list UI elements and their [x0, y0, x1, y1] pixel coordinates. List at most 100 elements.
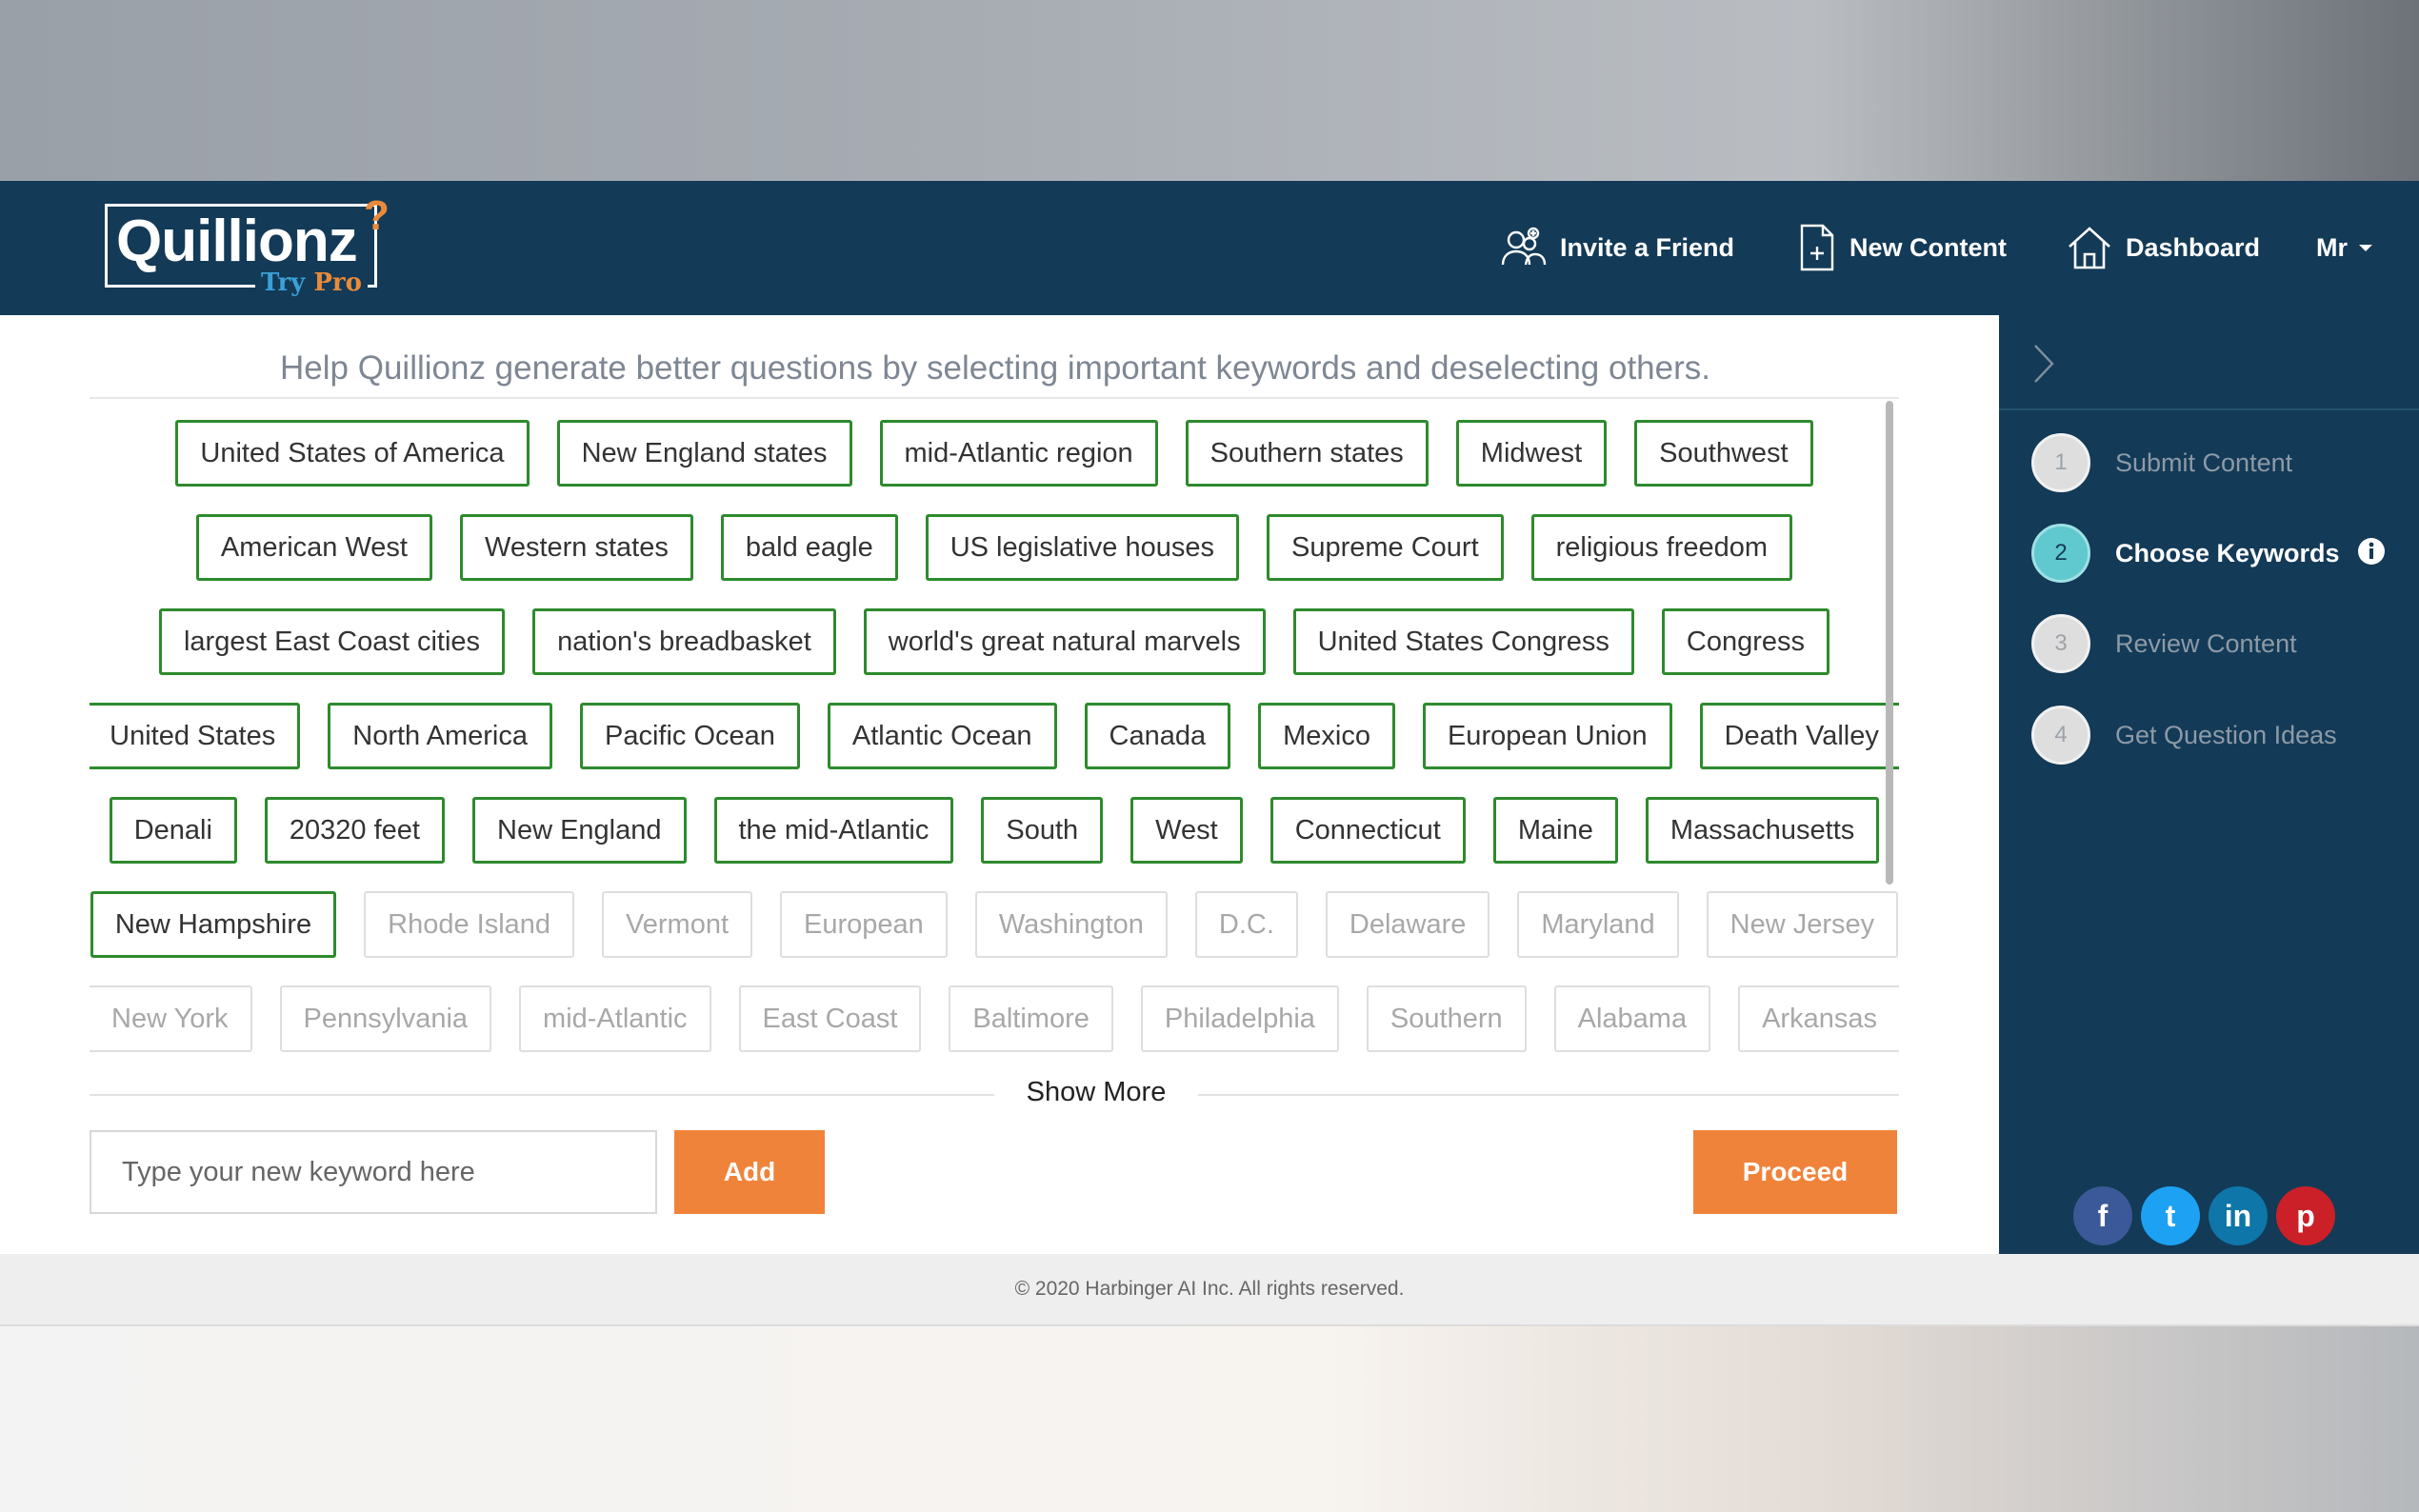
- new-document-icon: [1800, 224, 1834, 271]
- keyword-chip[interactable]: the mid-Atlantic: [713, 797, 954, 864]
- pinterest-icon[interactable]: p: [2276, 1186, 2335, 1245]
- keyword-chip[interactable]: Maryland: [1517, 891, 1679, 958]
- info-icon[interactable]: [2357, 537, 2386, 570]
- proceed-button[interactable]: Proceed: [1693, 1130, 1897, 1214]
- keyword-chip[interactable]: Rhode Island: [364, 891, 575, 958]
- keyword-chip[interactable]: European: [780, 891, 948, 958]
- keyword-chip[interactable]: religious freedom: [1530, 514, 1793, 581]
- keyword-chip[interactable]: Mexico: [1258, 703, 1395, 769]
- copyright-text: © 2020 Harbinger AI Inc. All rights rese…: [1014, 1278, 1405, 1300]
- logo-try-text: Try: [261, 269, 306, 297]
- keyword-chip[interactable]: South: [981, 797, 1104, 864]
- keyword-chip[interactable]: Pacific Ocean: [579, 703, 800, 769]
- keyword-chip[interactable]: Washington: [974, 891, 1168, 958]
- user-menu[interactable]: Mr: [2316, 219, 2372, 276]
- keyword-list[interactable]: United States of America New England stat…: [90, 401, 1899, 1129]
- keyword-chip[interactable]: New England states: [556, 420, 852, 487]
- quillionz-logo[interactable]: Quillionz ? Try Pro: [105, 192, 390, 297]
- keyword-chip[interactable]: largest East Coast cities: [158, 608, 506, 675]
- keyword-chip[interactable]: Pennsylvania: [279, 985, 492, 1052]
- step-label: Review Content: [2115, 628, 2297, 658]
- keyword-chip[interactable]: world's great natural marvels: [863, 608, 1266, 675]
- keyword-chip[interactable]: New England: [472, 797, 687, 864]
- keyword-chip[interactable]: Alabama: [1553, 985, 1711, 1052]
- keyword-chip[interactable]: Western states: [459, 514, 693, 581]
- divider: [90, 397, 1899, 399]
- keyword-chip[interactable]: US legislative houses: [925, 514, 1239, 581]
- new-keyword-input[interactable]: [90, 1130, 657, 1214]
- keyword-chip[interactable]: Maine: [1492, 797, 1618, 864]
- step-label: Submit Content: [2115, 448, 2293, 477]
- keyword-chip[interactable]: United States Congress: [1292, 608, 1634, 675]
- logo-try-pro: Try Pro: [255, 269, 368, 297]
- keyword-chip[interactable]: Baltimore: [949, 985, 1113, 1052]
- keyword-chip[interactable]: Southern: [1366, 985, 1527, 1052]
- keyword-chip[interactable]: Southwest: [1634, 420, 1813, 487]
- keyword-chip[interactable]: Vermont: [602, 891, 753, 958]
- keyword-chip[interactable]: Canada: [1084, 703, 1231, 769]
- keyword-chip[interactable]: bald eagle: [720, 514, 898, 581]
- keyword-chip[interactable]: Denali: [109, 797, 237, 864]
- keyword-chip[interactable]: Southern states: [1185, 420, 1429, 487]
- user-name: Mr: [2316, 232, 2348, 262]
- facebook-icon[interactable]: f: [2073, 1186, 2132, 1245]
- step-item[interactable]: 1 Submit Content: [2031, 433, 2393, 492]
- sidebar-toggle[interactable]: [2031, 342, 2056, 390]
- keyword-chip[interactable]: Atlantic Ocean: [827, 703, 1057, 769]
- keyword-chip[interactable]: Massachusetts: [1645, 797, 1880, 864]
- step-item[interactable]: 2 Choose Keywords: [2031, 524, 2393, 583]
- logo-question-mark-icon: ?: [364, 192, 390, 239]
- footer: © 2020 Harbinger AI Inc. All rights rese…: [0, 1254, 2419, 1326]
- invite-friend-link[interactable]: Invite a Friend: [1501, 219, 1734, 276]
- keyword-chip[interactable]: West: [1130, 797, 1243, 864]
- keyword-chip[interactable]: Supreme Court: [1266, 514, 1504, 581]
- keyword-chip[interactable]: United States of America: [175, 420, 530, 487]
- keyword-chip[interactable]: Delaware: [1325, 891, 1490, 958]
- keyword-chip[interactable]: New Jersey: [1706, 891, 1899, 958]
- add-keyword-button[interactable]: Add: [674, 1130, 825, 1214]
- logo-pro-text: Pro: [313, 269, 362, 297]
- keyword-row: New Hampshire Rhode Island Vermont European…: [90, 891, 1899, 958]
- keyword-chip[interactable]: Philadelphia: [1140, 985, 1339, 1052]
- linkedin-icon[interactable]: in: [2209, 1186, 2268, 1245]
- keyword-chip[interactable]: European Union: [1422, 703, 1672, 769]
- step-number-badge: 3: [2031, 614, 2090, 673]
- chevron-right-icon: [2034, 345, 2054, 383]
- new-content-link[interactable]: New Content: [1798, 219, 2007, 276]
- keyword-chip[interactable]: Connecticut: [1269, 797, 1466, 864]
- step-item[interactable]: 3 Review Content: [2031, 614, 2393, 673]
- keyword-row: Denali 20320 feet New England the mid-Atlan…: [90, 797, 1899, 864]
- keyword-row: American West Western states bald eagle US …: [90, 514, 1899, 581]
- keyword-chip[interactable]: New York: [90, 985, 252, 1052]
- step-item[interactable]: 4 Get Question Ideas: [2031, 706, 2393, 765]
- keyword-chip[interactable]: mid-Atlantic: [519, 985, 711, 1052]
- keyword-chip[interactable]: Arkansas: [1738, 985, 1899, 1052]
- step-number-badge: 2: [2031, 524, 2090, 583]
- twitter-icon[interactable]: t: [2141, 1186, 2200, 1245]
- keyword-list-scrollbar[interactable]: [1886, 401, 1893, 885]
- keyword-chip[interactable]: East Coast: [738, 985, 922, 1052]
- keyword-chip[interactable]: North America: [328, 703, 552, 769]
- dashboard-label: Dashboard: [2126, 232, 2261, 262]
- keyword-chip[interactable]: nation's breadbasket: [532, 608, 836, 675]
- keyword-chip[interactable]: mid-Atlantic region: [879, 420, 1158, 487]
- show-more-button[interactable]: Show More: [1008, 1077, 1185, 1108]
- keyword-chip[interactable]: United States: [90, 703, 301, 769]
- keyword-chip[interactable]: 20320 feet: [264, 797, 445, 864]
- keyword-selection-panel: Help Quillionz generate better questions…: [0, 315, 1999, 1254]
- keyword-chip[interactable]: New Hampshire: [90, 891, 337, 958]
- keyword-chip[interactable]: Congress: [1661, 608, 1829, 675]
- divider: [1999, 408, 2419, 410]
- home-icon: [2069, 227, 2110, 269]
- keyword-row: New York Pennsylvania mid-Atlantic East Coa…: [90, 985, 1899, 1052]
- logo-text: Quillionz: [116, 209, 358, 274]
- dashboard-link[interactable]: Dashboard: [2067, 219, 2260, 276]
- keyword-chip[interactable]: Death Valley: [1699, 703, 1899, 769]
- divider: [90, 1094, 994, 1096]
- step-number-badge: 4: [2031, 706, 2090, 765]
- keyword-row: largest East Coast cities nation's breadb…: [90, 608, 1899, 675]
- keyword-chip[interactable]: American West: [195, 514, 432, 581]
- background-bottom: [0, 1326, 2419, 1512]
- keyword-chip[interactable]: Midwest: [1455, 420, 1608, 487]
- keyword-chip[interactable]: D.C.: [1194, 891, 1298, 958]
